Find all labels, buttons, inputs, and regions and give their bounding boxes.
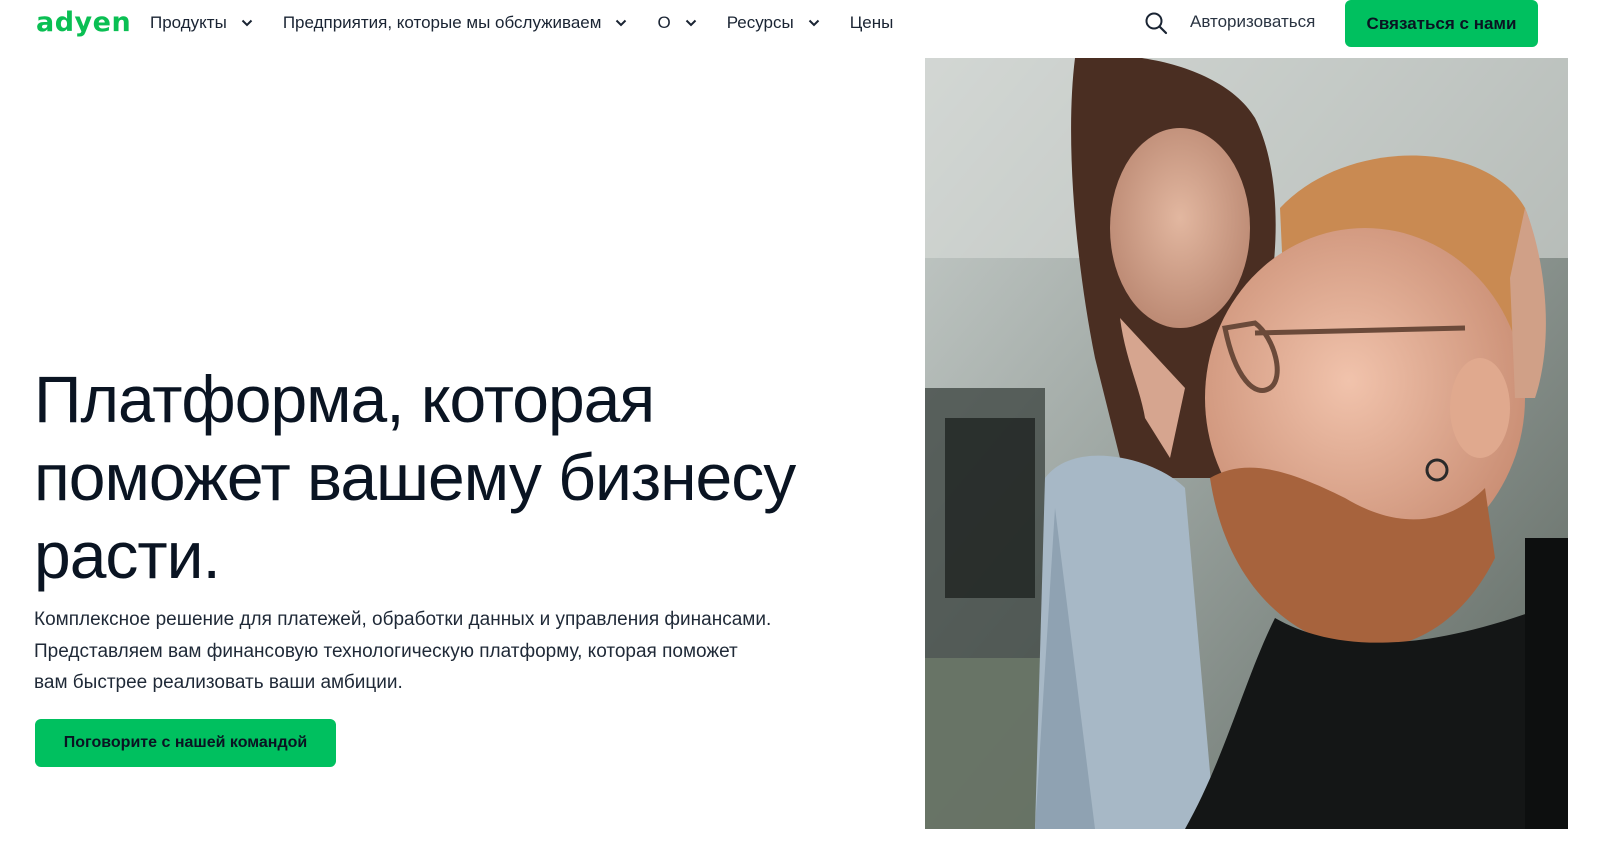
nav-item-label: Предприятия, которые мы обслуживаем [282, 13, 602, 32]
nav-item-label: Цены [849, 13, 894, 32]
main-nav: Продукты Предприятия, которые мы обслужи… [150, 0, 893, 46]
search-icon[interactable] [1144, 11, 1168, 35]
chevron-down-icon [685, 19, 697, 27]
site-header: adyen Продукты Предприятия, которые мы о… [0, 0, 1600, 58]
nav-item-label: Продукты [150, 13, 227, 32]
talk-to-team-button[interactable]: Поговорите с нашей командой [35, 719, 336, 767]
nav-item-pricing[interactable]: Цены [850, 13, 894, 33]
nav-item-resources[interactable]: Ресурсы [727, 13, 820, 33]
hero-photo [925, 58, 1568, 829]
chevron-down-icon [241, 19, 253, 27]
login-link[interactable]: Авторизоваться [1190, 12, 1315, 32]
nav-item-about[interactable]: О [657, 13, 696, 33]
nav-item-label: О [657, 13, 671, 32]
contact-us-button[interactable]: Связаться с нами [1345, 0, 1538, 47]
chevron-down-icon [615, 19, 627, 27]
adyen-logo[interactable]: adyen [36, 8, 131, 38]
hero-title: Платформа, которая поможет вашему бизнес… [34, 362, 796, 592]
hero-description: Комплексное решение для платежей, обрабо… [34, 609, 772, 693]
nav-item-label: Ресурсы [726, 13, 794, 32]
chevron-down-icon [808, 19, 820, 27]
nav-item-businesses[interactable]: Предприятия, которые мы обслуживаем [283, 13, 628, 33]
nav-item-products[interactable]: Продукты [150, 13, 253, 33]
